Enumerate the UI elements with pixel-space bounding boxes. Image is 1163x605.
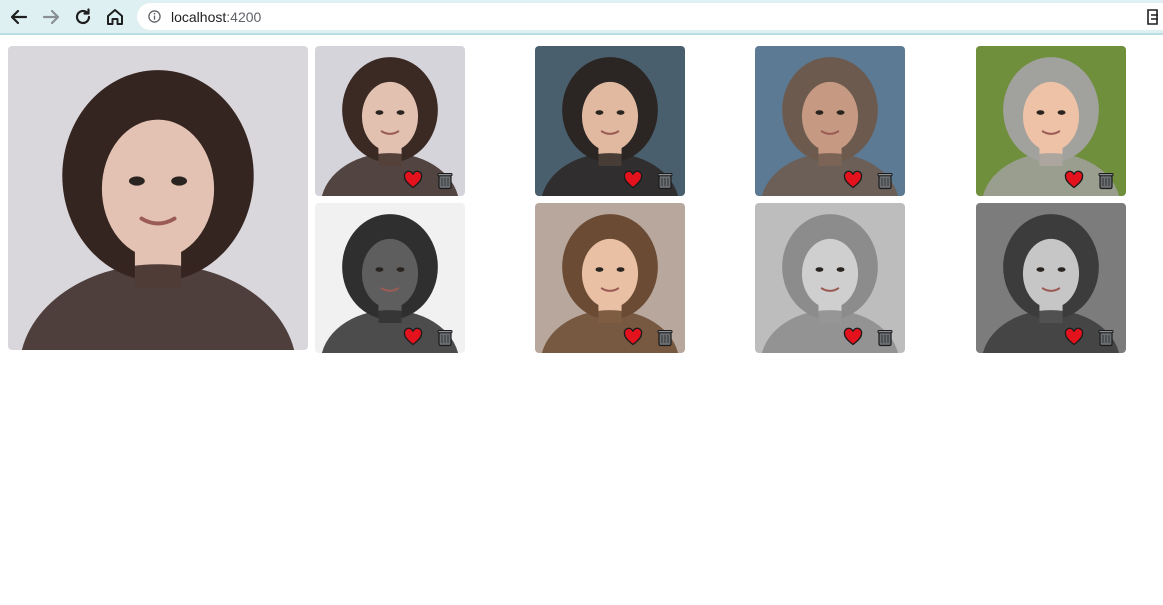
tile-actions — [843, 170, 895, 190]
heart-icon[interactable] — [403, 170, 423, 190]
tile-actions — [403, 170, 455, 190]
extension-icon[interactable] — [1146, 8, 1160, 26]
tile-actions — [843, 327, 895, 347]
home-icon — [107, 9, 123, 25]
browser-toolbar: localhost:4200 — [0, 0, 1163, 35]
trash-icon[interactable] — [1096, 170, 1116, 190]
trash-icon[interactable] — [1096, 327, 1116, 347]
heart-icon[interactable] — [843, 327, 863, 347]
trash-icon[interactable] — [655, 327, 675, 347]
url-port: :4200 — [226, 9, 262, 25]
gallery-tile[interactable] — [755, 46, 905, 196]
reload-icon — [75, 8, 91, 25]
trash-icon[interactable] — [875, 327, 895, 347]
heart-icon[interactable] — [623, 327, 643, 347]
address-bar[interactable]: localhost:4200 — [137, 3, 1163, 30]
gallery-tile[interactable] — [976, 46, 1126, 196]
gallery-tile[interactable] — [535, 46, 685, 196]
info-icon[interactable] — [148, 10, 161, 23]
photo-gallery — [0, 37, 1163, 605]
back-icon — [10, 9, 28, 25]
tile-actions — [623, 327, 675, 347]
trash-icon[interactable] — [655, 170, 675, 190]
reload-button[interactable] — [70, 4, 96, 30]
tile-actions — [403, 327, 455, 347]
gallery-tile[interactable] — [315, 203, 465, 353]
gallery-tile[interactable] — [755, 203, 905, 353]
gallery-tile[interactable] — [976, 203, 1126, 353]
back-button[interactable] — [6, 4, 32, 30]
tile-actions — [623, 170, 675, 190]
heart-icon[interactable] — [403, 327, 423, 347]
heart-icon[interactable] — [843, 170, 863, 190]
url-host: localhost — [171, 9, 227, 25]
heart-icon[interactable] — [623, 170, 643, 190]
featured-photo[interactable] — [8, 46, 308, 350]
gallery-tile[interactable] — [315, 46, 465, 196]
trash-icon[interactable] — [435, 327, 455, 347]
tile-actions — [1064, 327, 1116, 347]
gallery-tile[interactable] — [535, 203, 685, 353]
heart-icon[interactable] — [1064, 327, 1084, 347]
forward-icon — [42, 9, 60, 25]
portrait-image — [8, 46, 308, 350]
trash-icon[interactable] — [435, 170, 455, 190]
url-text[interactable]: localhost:4200 — [171, 9, 261, 25]
trash-icon[interactable] — [875, 170, 895, 190]
home-button[interactable] — [102, 4, 128, 30]
heart-icon[interactable] — [1064, 170, 1084, 190]
tile-actions — [1064, 170, 1116, 190]
forward-button[interactable] — [38, 4, 64, 30]
